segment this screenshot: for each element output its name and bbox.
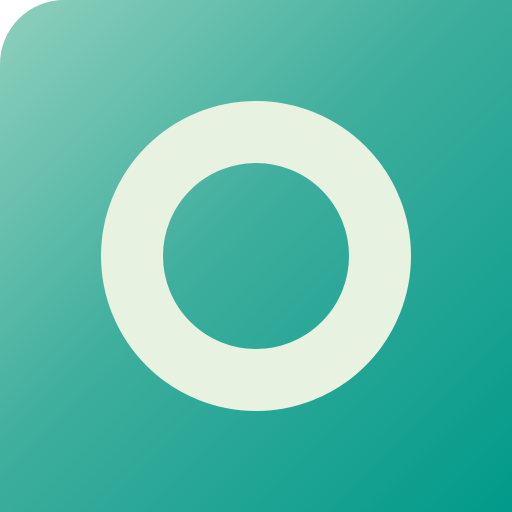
app-icon-graphic <box>0 0 512 512</box>
app-icon <box>0 0 512 512</box>
icon-background <box>0 0 512 512</box>
